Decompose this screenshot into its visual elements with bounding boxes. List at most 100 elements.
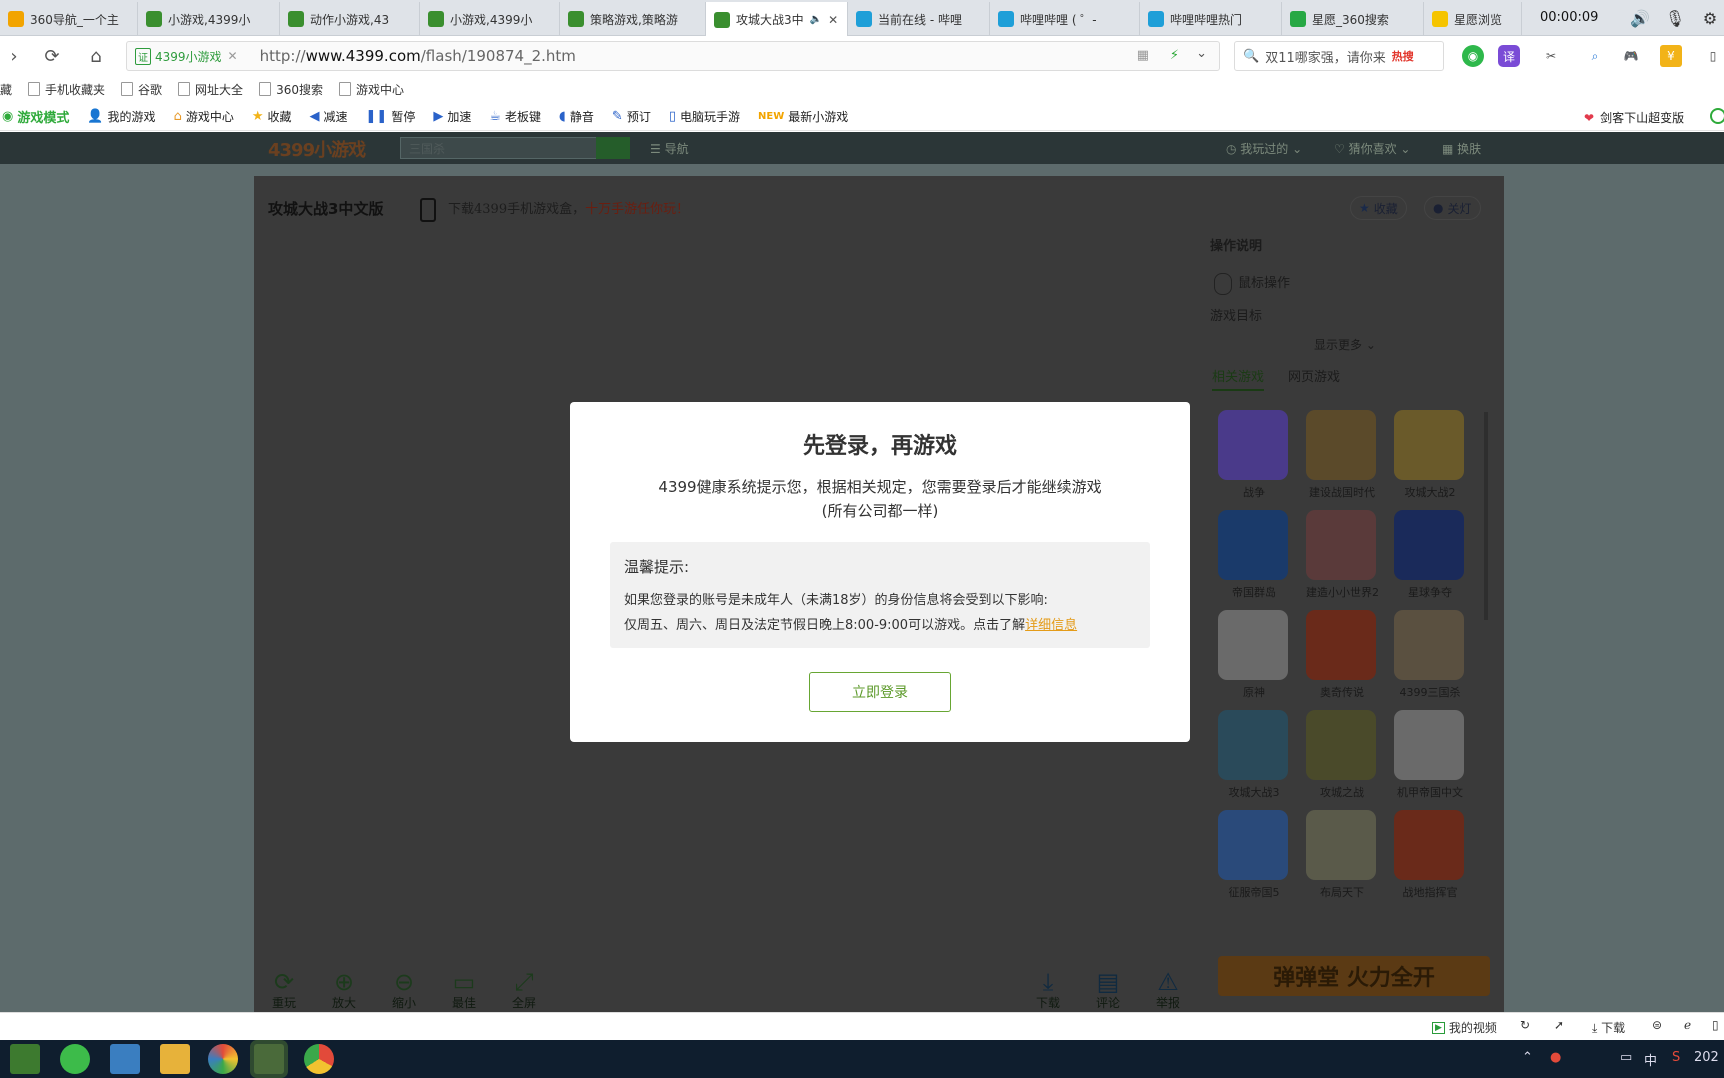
tab-3[interactable]: 小游戏,4399小 [420, 2, 560, 36]
star-browser-icon[interactable] [254, 1044, 284, 1074]
favorite-button[interactable]: ★ 收藏 [1350, 196, 1407, 220]
tab-6[interactable]: 当前在线 - 哔哩 [848, 2, 990, 36]
related-game-item[interactable]: 星球争夺 [1394, 510, 1466, 600]
control-2[interactable]: ⊖ 缩小 [392, 968, 416, 1011]
tab-5[interactable]: 攻城大战3中 🔈 ✕ [706, 2, 848, 37]
translate-icon[interactable]: 译 [1498, 45, 1520, 67]
tray-up-arrow-icon[interactable]: ⌃ [1522, 1050, 1533, 1065]
tab-related-games[interactable]: 相关游戏 [1212, 366, 1265, 391]
toolbar-item-7[interactable]: ☕ 老板键 [489, 108, 541, 125]
site-badge[interactable]: 证 4399小游戏 ✕ [135, 47, 238, 65]
related-game-item[interactable]: 机甲帝国中文 [1394, 710, 1466, 800]
played-games-link[interactable]: ◷ 我玩过的 ⌄ [1226, 140, 1302, 157]
toolbar-item-2[interactable]: ⌂ 游戏中心 [174, 108, 234, 125]
control-0[interactable]: ⟳ 重玩 [272, 968, 296, 1011]
extension-green-icon[interactable]: ◉ [1462, 45, 1484, 67]
nvidia-icon[interactable] [10, 1044, 40, 1074]
toolbar-item-1[interactable]: 👤 我的游戏 [87, 108, 155, 125]
address-bar[interactable]: 证 4399小游戏 ✕ http://www.4399.com/flash/19… [126, 41, 1220, 71]
control-1[interactable]: ⊕ 放大 [332, 968, 356, 1011]
tab-2[interactable]: 动作小游戏,43 [280, 2, 420, 36]
tab-audio-icon[interactable]: 🔈 [810, 14, 822, 25]
site-search-button[interactable] [596, 137, 630, 159]
volume-icon[interactable]: 🔊 [1630, 8, 1650, 28]
toolbar-item-5[interactable]: ❚❚ 暂停 [366, 108, 416, 125]
microphone-icon[interactable]: 🎙 [1665, 8, 1685, 28]
cookie-icon[interactable]: ⊜ [1652, 1018, 1662, 1032]
related-game-item[interactable]: 攻城之战 [1306, 710, 1378, 800]
related-game-item[interactable]: 战地指挥官 [1394, 810, 1466, 900]
bookmark-item[interactable]: 360搜索 [259, 81, 323, 98]
download-button[interactable]: ⤓ 下载 [1592, 1019, 1625, 1036]
toolbar-item-9[interactable]: ✎ 预订 [612, 108, 651, 125]
ie-icon[interactable]: ℯ [1684, 1018, 1691, 1032]
related-game-item[interactable]: 攻城大战3 [1218, 710, 1290, 800]
chrome-icon[interactable] [304, 1044, 334, 1074]
related-game-item[interactable]: 4399三国杀 [1394, 610, 1466, 700]
control-right-1[interactable]: ▤ 评论 [1096, 968, 1120, 1011]
related-game-item[interactable]: 建造小小世界2 [1306, 510, 1379, 600]
toolbar-item-0[interactable]: ◉ 游戏模式 [2, 107, 69, 126]
tab-4[interactable]: 策略游戏,策略游 [560, 2, 706, 36]
back-button[interactable]: › [2, 44, 26, 68]
sidebar-scrollbar[interactable] [1484, 412, 1488, 620]
related-game-item[interactable]: 帝国群岛 [1218, 510, 1290, 600]
change-skin-link[interactable]: ▦ 换肤 [1442, 140, 1481, 157]
tab-8[interactable]: 哔哩哔哩热门 [1140, 2, 1282, 36]
sogou-icon[interactable]: S [1672, 1050, 1680, 1065]
toolbar-item-11[interactable]: NEW 最新小游戏 [758, 108, 848, 125]
tab-9[interactable]: 星愿_360搜索 [1282, 2, 1424, 36]
login-button[interactable]: 立即登录 [809, 672, 951, 712]
speed-icon[interactable]: ⚡ [1170, 48, 1179, 63]
related-game-item[interactable]: 布局天下 [1306, 810, 1378, 900]
details-link[interactable]: 详细信息 [1025, 618, 1077, 633]
bookmark-item[interactable]: 网址大全 [178, 81, 243, 98]
chevron-down-icon[interactable]: ⌄ [1196, 46, 1207, 61]
file-explorer-icon[interactable] [160, 1044, 190, 1074]
promo-text[interactable]: 下载4399手机游戏盒，十万手游任你玩！ [448, 198, 689, 217]
search-box[interactable]: 🔍 双11哪家强，请你来 热搜 [1234, 41, 1444, 71]
settings-icon[interactable]: ⚙ [1700, 8, 1720, 28]
qq-icon[interactable]: ● [1550, 1050, 1561, 1065]
toolbar-item-10[interactable]: ▯ 电脑玩手游 [669, 108, 740, 125]
browser-360-icon[interactable] [60, 1044, 90, 1074]
ime-indicator[interactable]: 中 [1644, 1050, 1657, 1069]
reload-button[interactable]: ⟳ [40, 44, 64, 68]
home-button[interactable]: ⌂ [84, 44, 108, 68]
featured-game-link[interactable]: ❤ 剑客下山超变版 [1584, 109, 1684, 126]
tab-7[interactable]: 哔哩哔哩 ( ゜- [990, 2, 1140, 36]
related-game-item[interactable]: 建设战国时代 [1306, 410, 1378, 500]
scissors-icon[interactable]: ✂ [1540, 45, 1562, 67]
url-text[interactable]: http://www.4399.com/flash/190874_2.htm [260, 47, 576, 65]
search-ext-icon[interactable]: ⌕ [1584, 45, 1606, 67]
colorful-app-icon[interactable] [208, 1044, 238, 1074]
control-right-2[interactable]: ⚠ 举报 [1156, 968, 1180, 1011]
ad-banner[interactable]: 弹弹堂 火力全开 [1218, 956, 1490, 996]
gamepad-icon[interactable]: 🎮 [1620, 45, 1642, 67]
related-game-item[interactable]: 征服帝国5 [1218, 810, 1290, 900]
site-logo[interactable]: 4399小游戏 [268, 136, 366, 162]
bookmark-item[interactable]: 手机收藏夹 [28, 81, 105, 98]
qr-icon[interactable]: ▦ [1137, 48, 1149, 63]
tab-10[interactable]: 星愿浏览 [1424, 2, 1522, 36]
site-nav-link[interactable]: ☰ 导航 [650, 140, 689, 157]
related-game-item[interactable]: 战争 [1218, 410, 1290, 500]
tab-close-icon[interactable]: ✕ [828, 13, 838, 27]
toolbar-item-8[interactable]: ◖ 静音 [559, 108, 594, 125]
tab-0[interactable]: 360导航_一个主 [0, 2, 138, 36]
bookmark-item[interactable]: 谷歌 [121, 81, 162, 98]
network-icon[interactable]: ▭ [1620, 1050, 1632, 1065]
menu-icon[interactable]: ▯ [1702, 45, 1724, 67]
tab-web-games[interactable]: 网页游戏 [1288, 366, 1340, 385]
refresh-icon[interactable]: ↻ [1520, 1018, 1530, 1032]
guess-you-like-link[interactable]: ♡ 猜你喜欢 ⌄ [1334, 140, 1410, 157]
control-4[interactable]: ⤢ 全屏 [512, 968, 536, 1011]
control-right-0[interactable]: ⤓ 下载 [1036, 968, 1060, 1011]
rocket-icon[interactable]: ➚ [1554, 1018, 1564, 1032]
related-game-item[interactable]: 攻城大战2 [1394, 410, 1466, 500]
bookmark-item[interactable]: 藏 [0, 81, 12, 98]
show-more-button[interactable]: 显示更多 ⌄ [1314, 336, 1376, 353]
toolbar-item-6[interactable]: ▶ 加速 [433, 108, 471, 125]
related-game-item[interactable]: 原神 [1218, 610, 1290, 700]
toolbar-item-4[interactable]: ◀ 减速 [310, 108, 348, 125]
